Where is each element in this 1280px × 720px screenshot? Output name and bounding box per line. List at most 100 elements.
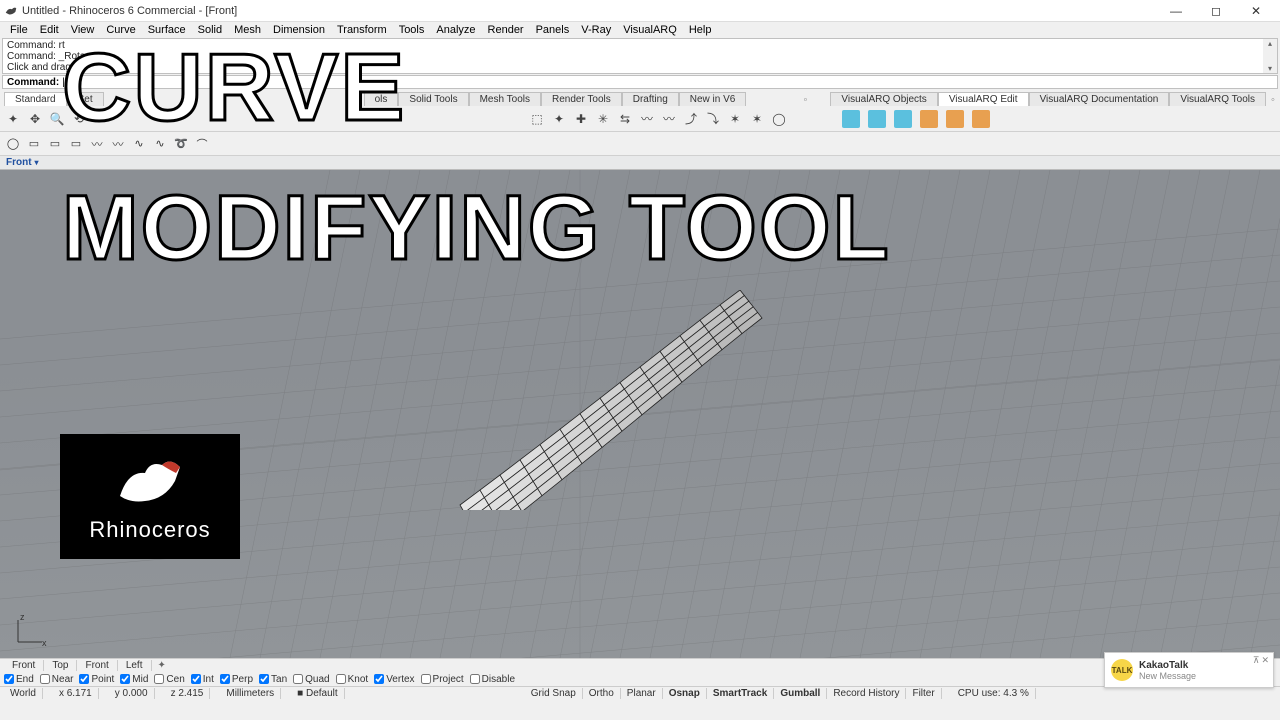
add-view-tab[interactable]: ✦: [152, 660, 172, 671]
osnap-knot[interactable]: Knot: [336, 674, 369, 685]
status-osnap[interactable]: Osnap: [663, 688, 707, 699]
status-filter[interactable]: Filter: [906, 688, 941, 699]
app-icon: [4, 4, 18, 18]
tab-drafting[interactable]: Drafting: [622, 92, 679, 106]
cplane-label: World: [4, 688, 43, 699]
menu-analyze[interactable]: Analyze: [430, 24, 481, 36]
status-smarttrack[interactable]: SmartTrack: [707, 688, 774, 699]
viewport-tabs: FrontTopFrontLeft✦: [0, 658, 1280, 672]
rhino-logo-text: Rhinoceros: [89, 517, 210, 543]
cpu-use: CPU use: 4.3 %: [952, 688, 1036, 699]
menu-help[interactable]: Help: [683, 24, 718, 36]
rhino-mark-icon: [110, 451, 190, 511]
titlebar: Untitled - Rhinoceros 6 Commercial - [Fr…: [0, 0, 1280, 22]
coord-z: z 2.415: [165, 688, 211, 699]
va-object-icon[interactable]: [894, 110, 912, 128]
status-bar: World x 6.171 y 0.000 z 2.415 Millimeter…: [0, 686, 1280, 700]
menu-file[interactable]: File: [4, 24, 34, 36]
viewport-title[interactable]: Front▾: [0, 156, 1280, 170]
view-tab-left[interactable]: Left: [118, 660, 152, 671]
tool-icon[interactable]: ⤵: [704, 110, 722, 128]
coord-y: y 0.000: [109, 688, 155, 699]
pointer-icon[interactable]: ✦: [4, 110, 22, 128]
surface-geometry: [440, 290, 780, 510]
status-planar[interactable]: Planar: [621, 688, 663, 699]
overlay-title-2: MODIFYING TOOL: [62, 185, 891, 272]
view-tab-top[interactable]: Top: [44, 660, 77, 671]
close-button[interactable]: ✕: [1236, 4, 1276, 18]
pin-icon[interactable]: ⊼: [1253, 655, 1260, 666]
ellipse-icon[interactable]: ◯: [4, 135, 22, 153]
tool-icon[interactable]: 〰: [660, 110, 678, 128]
notification-toast[interactable]: TALK KakaoTalk New Message ⊼✕: [1104, 652, 1274, 688]
status-grid-snap[interactable]: Grid Snap: [525, 688, 583, 699]
pan-icon[interactable]: ✥: [26, 110, 44, 128]
tool-icon[interactable]: ◯: [770, 110, 788, 128]
minimize-button[interactable]: —: [1156, 4, 1196, 18]
osnap-int[interactable]: Int: [191, 674, 214, 685]
va-edit-icon[interactable]: [946, 110, 964, 128]
overlay-title-1: CURVE: [62, 42, 406, 133]
menu-panels[interactable]: Panels: [530, 24, 576, 36]
va-object-icon[interactable]: [842, 110, 860, 128]
view-tab-front[interactable]: Front: [77, 660, 117, 671]
tab-va-tools[interactable]: VisualARQ Tools: [1169, 92, 1266, 106]
help-icon[interactable]: ◦: [798, 94, 812, 106]
osnap-mid[interactable]: Mid: [120, 674, 148, 685]
tool-icon[interactable]: ✚: [572, 110, 590, 128]
window-title: Untitled - Rhinoceros 6 Commercial - [Fr…: [22, 5, 1156, 17]
tool-icon[interactable]: ⇆: [616, 110, 634, 128]
va-object-icon[interactable]: [868, 110, 886, 128]
tab-va-edit[interactable]: VisualARQ Edit: [938, 92, 1029, 106]
rect-icon[interactable]: ▭: [25, 135, 43, 153]
maximize-button[interactable]: ◻: [1196, 4, 1236, 18]
osnap-disable[interactable]: Disable: [470, 674, 515, 685]
osnap-cen[interactable]: Cen: [154, 674, 184, 685]
menu-edit[interactable]: Edit: [34, 24, 65, 36]
tool-icon[interactable]: ✶: [748, 110, 766, 128]
tab-va-objects[interactable]: VisualARQ Objects: [830, 92, 937, 106]
coord-x: x 6.171: [53, 688, 99, 699]
tool-icon[interactable]: ✳: [594, 110, 612, 128]
scrollbar[interactable]: ▴▾: [1263, 39, 1277, 73]
status-ortho[interactable]: Ortho: [583, 688, 621, 699]
osnap-tan[interactable]: Tan: [259, 674, 287, 685]
osnap-quad[interactable]: Quad: [293, 674, 329, 685]
rhino-logo: Rhinoceros: [60, 434, 240, 559]
chevron-down-icon: ▾: [35, 158, 39, 167]
tab-va-doc[interactable]: VisualARQ Documentation: [1029, 92, 1170, 106]
tool-icon[interactable]: 〰: [638, 110, 656, 128]
world-axes-icon: z x: [10, 610, 50, 650]
osnap-end[interactable]: End: [4, 674, 34, 685]
tab-render-tools[interactable]: Render Tools: [541, 92, 622, 106]
menu-render[interactable]: Render: [482, 24, 530, 36]
osnap-bar: End Near Point Mid Cen Int Perp Tan Quad Knot Vert…: [0, 672, 1280, 686]
kakao-badge-icon: TALK: [1111, 659, 1133, 681]
osnap-project[interactable]: Project: [421, 674, 464, 685]
osnap-perp[interactable]: Perp: [220, 674, 253, 685]
close-icon[interactable]: ✕: [1261, 655, 1269, 666]
status-record-history[interactable]: Record History: [827, 688, 906, 699]
view-tab-front[interactable]: Front: [4, 660, 44, 671]
va-edit-icon[interactable]: [920, 110, 938, 128]
tab-solid-tools[interactable]: Solid Tools: [398, 92, 468, 106]
status-gumball[interactable]: Gumball: [774, 688, 827, 699]
command-prompt-label: Command:: [7, 77, 59, 88]
tool-icon[interactable]: ✦: [550, 110, 568, 128]
osnap-near[interactable]: Near: [40, 674, 74, 685]
tab-mesh-tools[interactable]: Mesh Tools: [469, 92, 541, 106]
osnap-point[interactable]: Point: [79, 674, 114, 685]
tool-icon[interactable]: ⤴: [682, 110, 700, 128]
axis-x-label: x: [42, 638, 47, 648]
osnap-vertex[interactable]: Vertex: [374, 674, 414, 685]
help-icon[interactable]: ◦: [1266, 94, 1280, 106]
tool-icon[interactable]: ✶: [726, 110, 744, 128]
tool-icon[interactable]: ⬚: [528, 110, 546, 128]
menu-visualarq[interactable]: VisualARQ: [617, 24, 683, 36]
tab-standard[interactable]: Standard: [4, 92, 67, 106]
layer-label[interactable]: ■ Default: [291, 688, 345, 699]
units-label[interactable]: Millimeters: [220, 688, 281, 699]
tab-new-v6[interactable]: New in V6: [679, 92, 747, 106]
menu-v-ray[interactable]: V-Ray: [575, 24, 617, 36]
va-edit-icon[interactable]: [972, 110, 990, 128]
